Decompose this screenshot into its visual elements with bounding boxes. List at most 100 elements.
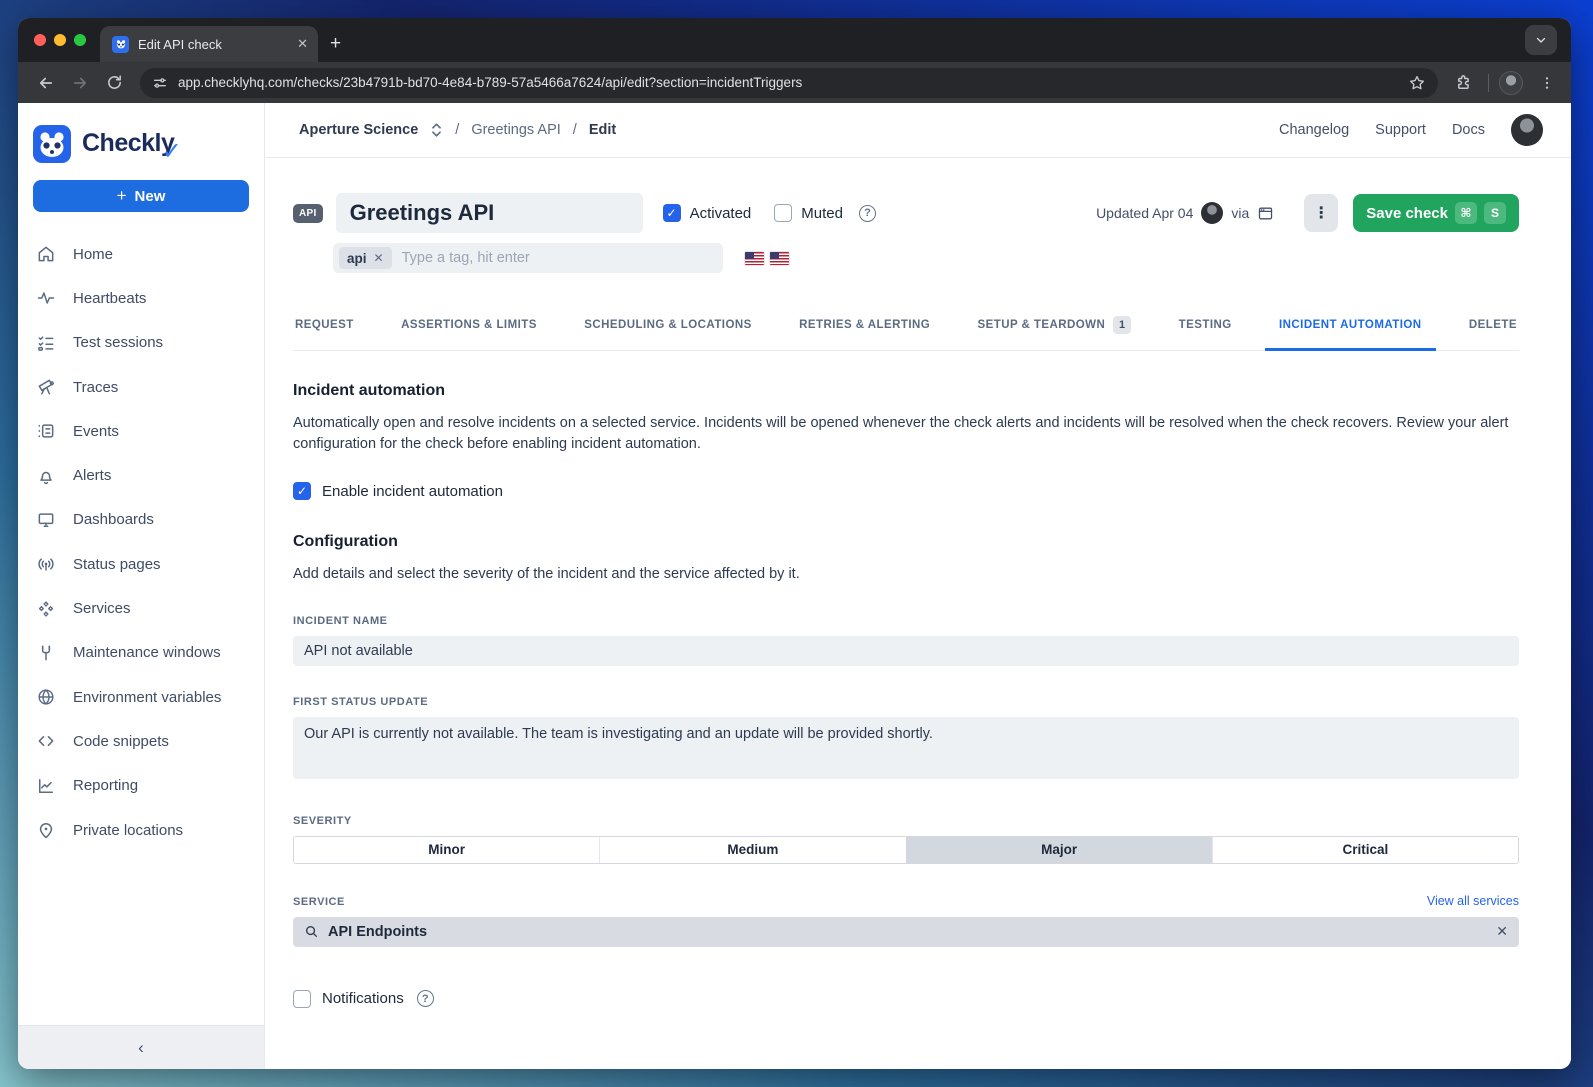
sidebar-item-maintenance-windows[interactable]: Maintenance windows [18, 631, 264, 675]
tab-request[interactable]: REQUEST [293, 302, 356, 350]
new-button[interactable]: + New [33, 180, 249, 212]
back-icon[interactable] [32, 69, 60, 97]
sidebar-item-reporting[interactable]: Reporting [18, 764, 264, 808]
tab-retries-alerting[interactable]: RETRIES & ALERTING [797, 302, 932, 350]
activation-help-icon[interactable]: ? [859, 205, 876, 222]
site-settings-icon[interactable] [152, 75, 168, 91]
severity-option-minor[interactable]: Minor [294, 837, 599, 863]
incident-name-label: INCIDENT NAME [293, 615, 1519, 627]
broadcast-icon [36, 554, 56, 574]
tag-chip[interactable]: api ✕ [339, 247, 392, 269]
support-link[interactable]: Support [1375, 122, 1426, 138]
configuration-description: Add details and select the severity of t… [293, 564, 1519, 585]
reload-icon[interactable] [100, 69, 128, 97]
configuration-title: Configuration [293, 533, 1519, 551]
changelog-link[interactable]: Changelog [1279, 122, 1349, 138]
checkly-wordmark: Checkly✓ [82, 129, 174, 158]
docs-link[interactable]: Docs [1452, 122, 1485, 138]
clear-service-icon[interactable]: ✕ [1496, 923, 1508, 940]
forward-icon[interactable] [66, 69, 94, 97]
breadcrumb-separator: / [573, 122, 577, 138]
us-flag-icon [770, 252, 789, 265]
setup-teardown-count-badge: 1 [1113, 316, 1131, 334]
bookmark-star-icon[interactable] [1408, 74, 1426, 92]
activated-checkbox-row[interactable]: ✓ Activated [663, 204, 752, 222]
section-title: Incident automation [293, 382, 1519, 400]
extensions-icon[interactable] [1450, 69, 1478, 97]
tab-setup-teardown[interactable]: SETUP & TEARDOWN 1 [976, 302, 1134, 350]
heartbeat-icon [36, 288, 56, 308]
maximize-window-button[interactable] [74, 34, 86, 46]
sidebar-collapse-button[interactable]: ‹ [18, 1025, 264, 1069]
sidebar-item-test-sessions[interactable]: Test sessions [18, 321, 264, 365]
close-window-button[interactable] [34, 34, 46, 46]
breadcrumb-org[interactable]: Aperture Science [299, 122, 418, 138]
checkly-raccoon-icon [33, 125, 71, 163]
collapse-chevron-icon: ‹ [138, 1038, 144, 1058]
url-bar[interactable]: app.checklyhq.com/checks/23b4791b-bd70-4… [140, 68, 1438, 98]
s-key-badge: S [1484, 202, 1506, 224]
location-flags [745, 252, 789, 265]
tab-title: Edit API check [138, 37, 288, 52]
check-name-input[interactable] [336, 193, 643, 233]
checkly-logo[interactable]: Checkly✓ [18, 103, 264, 163]
notifications-help-icon[interactable]: ? [417, 990, 434, 1007]
minimize-window-button[interactable] [54, 34, 66, 46]
browser-profile-avatar[interactable] [1499, 71, 1523, 95]
notifications-row[interactable]: Notifications ? [293, 990, 1519, 1008]
section-description: Automatically open and resolve incidents… [293, 413, 1519, 454]
save-check-button[interactable]: Save check ⌘ S [1353, 194, 1519, 232]
severity-option-critical[interactable]: Critical [1212, 837, 1518, 863]
enable-incident-automation-checkbox[interactable]: ✓ [293, 482, 311, 500]
service-select-field[interactable]: API Endpoints ✕ [293, 917, 1519, 947]
search-icon [304, 924, 319, 939]
chart-icon [36, 776, 56, 796]
browser-tab[interactable]: Edit API check ✕ [100, 26, 318, 62]
more-actions-button[interactable]: ⋮ [1304, 194, 1338, 232]
sidebar-item-environment-variables[interactable]: Environment variables [18, 675, 264, 719]
remove-tag-icon[interactable]: ✕ [374, 251, 384, 265]
tab-scheduling-locations[interactable]: SCHEDULING & LOCATIONS [582, 302, 754, 350]
muted-checkbox[interactable] [774, 204, 792, 222]
muted-checkbox-row[interactable]: Muted [774, 204, 843, 222]
globe-icon [36, 687, 56, 707]
sidebar-item-private-locations[interactable]: Private locations [18, 808, 264, 852]
user-avatar[interactable] [1511, 114, 1543, 146]
sidebar-item-events[interactable]: Events [18, 409, 264, 453]
new-tab-button[interactable]: + [330, 33, 341, 55]
sidebar-item-code-snippets[interactable]: Code snippets [18, 719, 264, 763]
tag-input[interactable]: api ✕ Type a tag, hit enter [333, 243, 723, 273]
sidebar-item-home[interactable]: Home [18, 232, 264, 276]
brand-check-icon: ✓ [162, 137, 182, 166]
severity-option-medium[interactable]: Medium [599, 837, 905, 863]
toolbar-right [1450, 69, 1561, 97]
checkly-favicon [112, 36, 129, 53]
org-switcher-icon[interactable] [430, 122, 443, 138]
activated-checkbox[interactable]: ✓ [663, 204, 681, 222]
sidebar-item-traces[interactable]: Traces [18, 365, 264, 409]
tab-incident-automation[interactable]: INCIDENT AUTOMATION [1277, 302, 1424, 350]
notifications-checkbox[interactable] [293, 990, 311, 1008]
sidebar-item-alerts[interactable]: Alerts [18, 453, 264, 497]
tab-delete[interactable]: DELETE [1467, 302, 1519, 350]
sidebar-item-heartbeats[interactable]: Heartbeats [18, 276, 264, 320]
browser-menu-icon[interactable] [1533, 69, 1561, 97]
enable-incident-automation-row[interactable]: ✓ Enable incident automation [293, 482, 1519, 500]
breadcrumb-separator: / [455, 122, 459, 138]
tab-search-chevron-icon[interactable] [1525, 25, 1557, 55]
tab-assertions-limits[interactable]: ASSERTIONS & LIMITS [399, 302, 539, 350]
us-flag-icon [745, 252, 764, 265]
breadcrumb: Aperture Science / Greetings API / Edit [299, 122, 616, 138]
first-status-update-textarea[interactable]: Our API is currently not available. The … [293, 717, 1519, 779]
incident-name-input[interactable] [293, 636, 1519, 666]
severity-option-major[interactable]: Major [906, 837, 1212, 863]
sidebar-item-services[interactable]: Services [18, 586, 264, 630]
view-all-services-link[interactable]: View all services [1427, 894, 1519, 908]
tab-close-icon[interactable]: ✕ [297, 36, 308, 52]
service-label: SERVICE [293, 896, 345, 908]
tab-testing[interactable]: TESTING [1177, 302, 1234, 350]
sidebar-item-dashboards[interactable]: Dashboards [18, 498, 264, 542]
bell-icon [36, 466, 56, 486]
breadcrumb-check[interactable]: Greetings API [471, 122, 560, 138]
sidebar-item-status-pages[interactable]: Status pages [18, 542, 264, 586]
